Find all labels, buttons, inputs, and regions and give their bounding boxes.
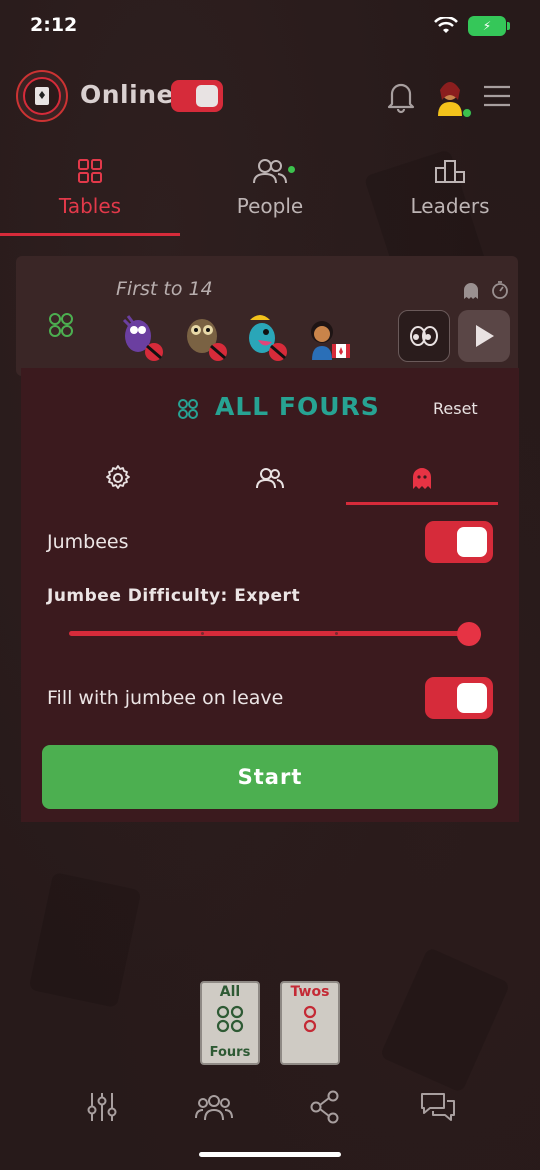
wifi-icon xyxy=(434,17,458,33)
ghost-icon xyxy=(413,468,431,489)
parrot-avatar-icon xyxy=(249,315,287,361)
girl-avatar-icon xyxy=(311,321,350,360)
purple-bird-avatar-icon xyxy=(122,315,163,361)
timer-icon xyxy=(492,281,508,299)
slider-tick xyxy=(201,632,204,635)
difficulty-slider-thumb[interactable] xyxy=(457,622,481,646)
tab-leaders[interactable]: Leaders xyxy=(360,144,540,236)
game-card-top-label: All xyxy=(219,984,241,1000)
play-icon xyxy=(476,325,494,347)
people-icon xyxy=(253,159,287,184)
all-fours-icon xyxy=(216,1005,244,1033)
profile-avatar[interactable] xyxy=(432,76,472,118)
main-tabs: Tables People Leaders xyxy=(0,144,540,236)
toggle-knob xyxy=(196,85,218,107)
grid-icon xyxy=(78,159,102,183)
game-table-card[interactable]: First to 14 xyxy=(16,256,518,376)
eyes-icon xyxy=(410,326,438,346)
panel-title: ALL FOURS xyxy=(215,392,380,421)
background-card-decoration xyxy=(28,871,142,1009)
online-people-dot xyxy=(288,166,295,173)
active-tab-indicator xyxy=(346,502,498,505)
sliders-icon xyxy=(87,1093,117,1121)
table-subtitle: First to 14 xyxy=(116,278,213,300)
game-card-all-fours[interactable]: All Fours xyxy=(200,981,260,1065)
player-avatar[interactable] xyxy=(182,310,228,366)
all-fours-icon xyxy=(49,313,73,337)
nav-chat[interactable] xyxy=(413,1084,463,1130)
online-toggle[interactable] xyxy=(171,80,223,112)
app-logo[interactable] xyxy=(16,70,68,122)
twos-icon xyxy=(303,1005,317,1033)
status-icons: ⚡ xyxy=(434,16,510,36)
player-avatar[interactable] xyxy=(306,310,352,366)
jumbees-label: Jumbees xyxy=(47,531,129,553)
slider-tick xyxy=(335,632,338,635)
fill-jumbee-label: Fill with jumbee on leave xyxy=(47,687,284,709)
tab-settings[interactable] xyxy=(42,452,194,504)
tab-label: Leaders xyxy=(410,194,490,218)
player-avatar[interactable] xyxy=(120,310,166,366)
status-bar: 2:12 ⚡ xyxy=(0,0,540,54)
podium-icon xyxy=(435,160,465,183)
game-card-top-label: Twos xyxy=(290,984,330,1000)
fill-jumbee-toggle[interactable] xyxy=(425,677,493,719)
owl-avatar-icon xyxy=(187,319,227,361)
spectate-button[interactable] xyxy=(398,310,450,362)
share-icon xyxy=(310,1090,339,1124)
app-header: Online xyxy=(0,62,540,132)
start-button[interactable]: Start xyxy=(42,745,498,809)
active-tab-indicator xyxy=(0,233,180,236)
background-card-decoration xyxy=(379,946,511,1094)
tab-jumbees[interactable] xyxy=(346,452,498,504)
battery-icon: ⚡ xyxy=(468,16,510,36)
online-status-dot xyxy=(462,108,472,118)
toggle-knob xyxy=(457,527,487,557)
player-list xyxy=(120,310,352,366)
online-label: Online xyxy=(80,80,174,109)
people-icon xyxy=(256,468,284,489)
tab-label: Tables xyxy=(58,194,122,218)
tab-people[interactable]: People xyxy=(180,144,360,236)
chat-icon xyxy=(421,1093,455,1121)
tab-tables[interactable]: Tables xyxy=(0,144,180,236)
nav-friends[interactable] xyxy=(189,1084,239,1130)
difficulty-slider-track[interactable] xyxy=(69,631,471,636)
reset-button[interactable]: Reset xyxy=(433,399,478,418)
home-indicator xyxy=(199,1152,341,1157)
toggle-knob xyxy=(457,683,487,713)
bell-icon[interactable] xyxy=(386,80,416,114)
tab-label: People xyxy=(236,194,304,218)
logo-icon xyxy=(23,77,61,115)
game-settings-panel: ALL FOURS Reset Jumbees Jumbee Difficult… xyxy=(21,368,519,822)
join-play-button[interactable] xyxy=(458,310,510,362)
nav-filters[interactable] xyxy=(77,1084,127,1130)
tab-players[interactable] xyxy=(194,452,346,504)
nav-share[interactable] xyxy=(300,1084,350,1130)
bottom-nav xyxy=(0,1084,540,1134)
game-card-twos[interactable]: Twos xyxy=(280,981,340,1065)
ghost-icon xyxy=(464,283,478,299)
game-card-bottom-label: Fours xyxy=(209,1045,251,1060)
status-time: 2:12 xyxy=(30,14,78,36)
jumbees-toggle[interactable] xyxy=(425,521,493,563)
group-icon xyxy=(195,1095,233,1121)
hamburger-menu-icon[interactable] xyxy=(482,82,512,110)
gear-icon xyxy=(106,465,130,489)
difficulty-label: Jumbee Difficulty: Expert xyxy=(47,586,301,606)
all-fours-icon xyxy=(178,399,198,419)
player-avatar[interactable] xyxy=(244,310,290,366)
